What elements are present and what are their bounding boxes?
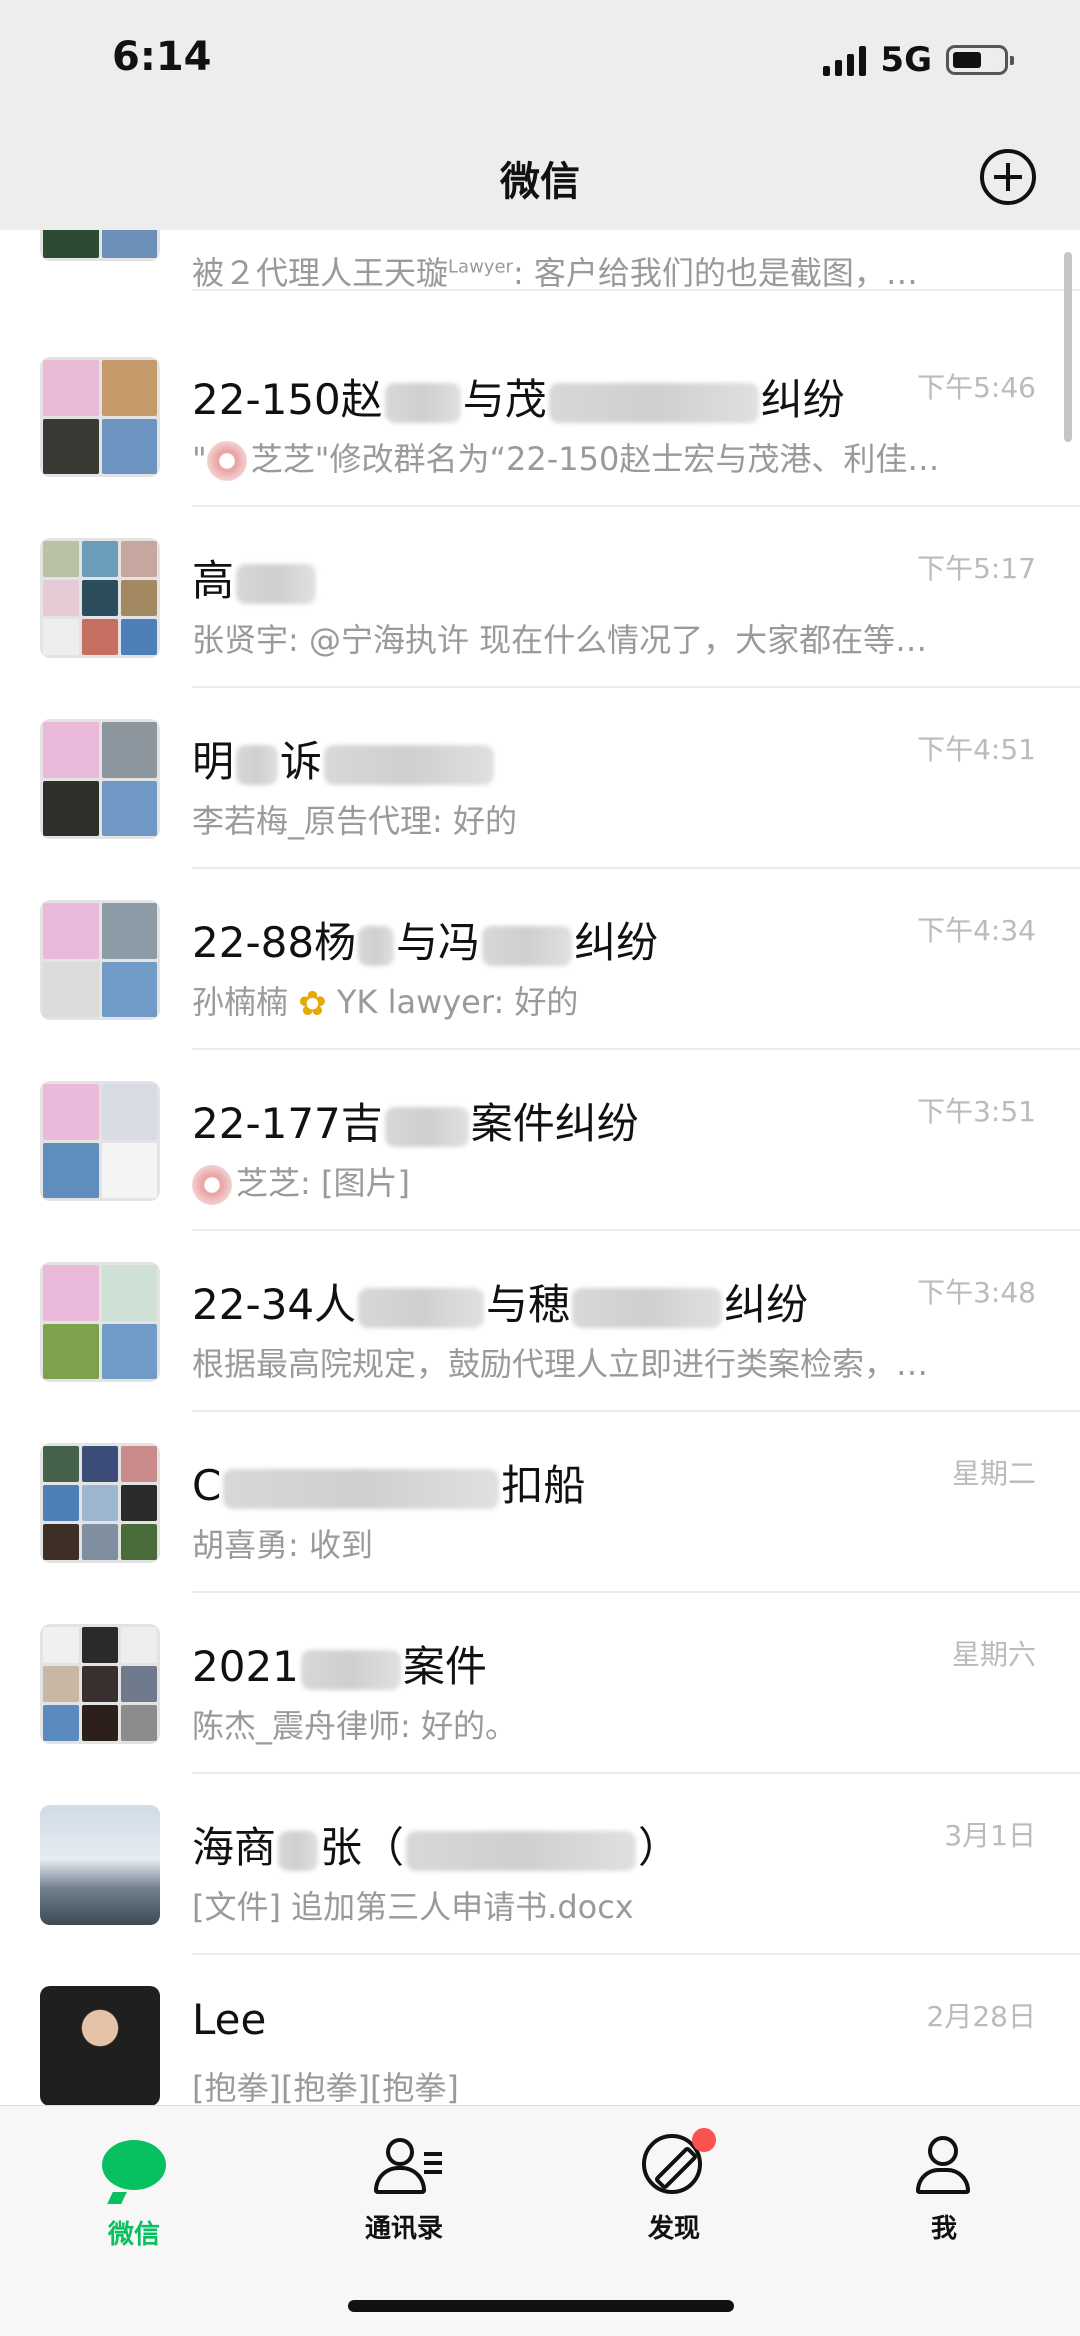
status-bar: 6:14 5G: [0, 0, 1080, 125]
tab-me[interactable]: 我: [844, 2134, 1044, 2245]
page-title: 微信: [500, 159, 580, 205]
tab-discover[interactable]: 发现: [574, 2128, 774, 2245]
status-indicators: 5G: [823, 40, 1014, 80]
chat-preview: [抱拳][抱拳][抱拳]: [192, 2069, 459, 2105]
chat-item[interactable]: 22-177吉 案件纠纷 芝芝: [图片] 下午3:51: [0, 1050, 1080, 1231]
chat-item[interactable]: 22-88杨 与冯 纠纷 孙楠楠 ✿ YK lawyer: 好的 下午4:34: [0, 869, 1080, 1050]
chat-time: 下午3:48: [917, 1276, 1036, 1309]
chat-preview: 胡喜勇: 收到: [192, 1526, 373, 1564]
avatar: [40, 1986, 160, 2105]
chat-time: 下午3:51: [917, 1095, 1036, 1128]
battery-icon: [946, 45, 1014, 75]
chat-name: 高: [192, 547, 318, 608]
tab-label: 我: [930, 2214, 957, 2244]
group-avatar: [40, 1624, 160, 1744]
group-avatar: [40, 1262, 160, 1382]
contacts-icon: [372, 2134, 442, 2198]
chat-name: C 扣船: [192, 1461, 586, 1510]
avatar: [40, 1805, 160, 1925]
chat-preview: 芝芝: [图片]: [192, 1158, 1032, 1205]
tab-contacts[interactable]: 通讯录: [304, 2134, 504, 2245]
avatar: [206, 441, 247, 481]
chat-time: 2月28日: [926, 2000, 1036, 2033]
group-avatar: [40, 900, 160, 1020]
chat-preview: " 芝芝"修改群名为“22-150赵士宏与茂港、利佳…: [192, 434, 1032, 481]
divider: [192, 289, 1080, 291]
chat-name: 22-150赵 与茂 纠纷: [192, 375, 845, 424]
compass-icon: [642, 2128, 716, 2198]
tab-chats[interactable]: 微信: [34, 2134, 234, 2251]
chat-preview: [文件] 追加第三人申请书.docx: [192, 1888, 634, 1926]
notification-badge: [692, 2128, 716, 2152]
chat-preview: 根据最高院规定，鼓励代理人立即进行类案检索，…: [192, 1345, 929, 1383]
chat-list[interactable]: 被２代理人王天璇Lawyer: 客户给我们的也是截图，… 22-150赵 与茂 纠纷…: [0, 230, 1080, 2105]
chat-preview: 陈杰_震舟律师: 好的。: [192, 1707, 517, 1745]
chat-time: 星期六: [951, 1638, 1036, 1671]
avatar: [192, 1165, 232, 1205]
chat-bubble-icon: [102, 2140, 166, 2204]
tab-label: 通讯录: [364, 2214, 443, 2244]
chat-item[interactable]: 海商 张（） [文件] 追加第三人申请书.docx 3月1日: [0, 1774, 1080, 1955]
group-avatar: [40, 230, 160, 261]
signal-icon: [823, 44, 867, 76]
chat-item[interactable]: 高 张贤宇: @宁海执许 现在什么情况了，大家都在等… 下午5:17: [0, 507, 1080, 688]
scrollbar[interactable]: [1064, 252, 1072, 442]
group-avatar: [40, 1081, 160, 1201]
chat-preview: 李若梅_原告代理: 好的: [192, 802, 517, 840]
chat-name: 22-177吉 案件纠纷: [192, 1099, 639, 1148]
chat-item[interactable]: 22-34人 与穂 纠纷 根据最高院规定，鼓励代理人立即进行类案检索，… 下午3:4…: [0, 1231, 1080, 1412]
chat-name: 2021 案件: [192, 1642, 487, 1691]
status-time: 6:14: [112, 34, 212, 80]
chat-preview: 被２代理人王天璇Lawyer: 客户给我们的也是截图，…: [192, 254, 918, 292]
chat-item[interactable]: 明诉 李若梅_原告代理: 好的 下午4:51: [0, 688, 1080, 869]
group-avatar: [40, 538, 160, 658]
nav-bar: 微信: [0, 125, 1080, 230]
chat-name: 明诉: [192, 728, 496, 789]
chat-name: Lee: [192, 1995, 267, 2044]
chat-name: 海商 张（）: [192, 1823, 681, 1872]
group-avatar: [40, 719, 160, 839]
chat-time: 下午5:17: [917, 552, 1036, 585]
person-icon: [912, 2134, 976, 2198]
chat-name: 22-88杨 与冯 纠纷: [192, 918, 659, 967]
tab-label: 发现: [647, 2214, 700, 2244]
tab-label: 微信: [107, 2220, 160, 2250]
chat-time: 下午5:46: [917, 371, 1036, 404]
plus-circle-icon[interactable]: [980, 149, 1036, 205]
chat-name: 22-34人 与穂 纠纷: [192, 1280, 809, 1329]
chat-item[interactable]: 2021 案件 陈杰_震舟律师: 好的。 星期六: [0, 1593, 1080, 1774]
chat-item[interactable]: 22-150赵 与茂 纠纷 " 芝芝"修改群名为“22-150赵士宏与茂港、利佳… 下…: [0, 326, 1080, 507]
chat-time: 星期二: [951, 1457, 1036, 1490]
chat-time: 下午4:34: [917, 914, 1036, 947]
chat-item[interactable]: Lee [抱拳][抱拳][抱拳] 2月28日: [0, 1955, 1080, 2105]
chat-preview: 张贤宇: @宁海执许 现在什么情况了，大家都在等…: [192, 621, 928, 659]
chat-item[interactable]: C 扣船 胡喜勇: 收到 星期二: [0, 1412, 1080, 1593]
group-avatar: [40, 357, 160, 477]
chat-item[interactable]: 被２代理人王天璇Lawyer: 客户给我们的也是截图，…: [0, 230, 1080, 292]
chat-time: 3月1日: [944, 1819, 1036, 1852]
network-type: 5G: [880, 40, 932, 80]
group-avatar: [40, 1443, 160, 1563]
home-indicator[interactable]: [348, 2300, 734, 2312]
chat-preview: 孙楠楠 ✿ YK lawyer: 好的: [192, 983, 579, 1024]
sunflower-icon: ✿: [298, 984, 327, 1024]
chat-time: 下午4:51: [917, 733, 1036, 766]
